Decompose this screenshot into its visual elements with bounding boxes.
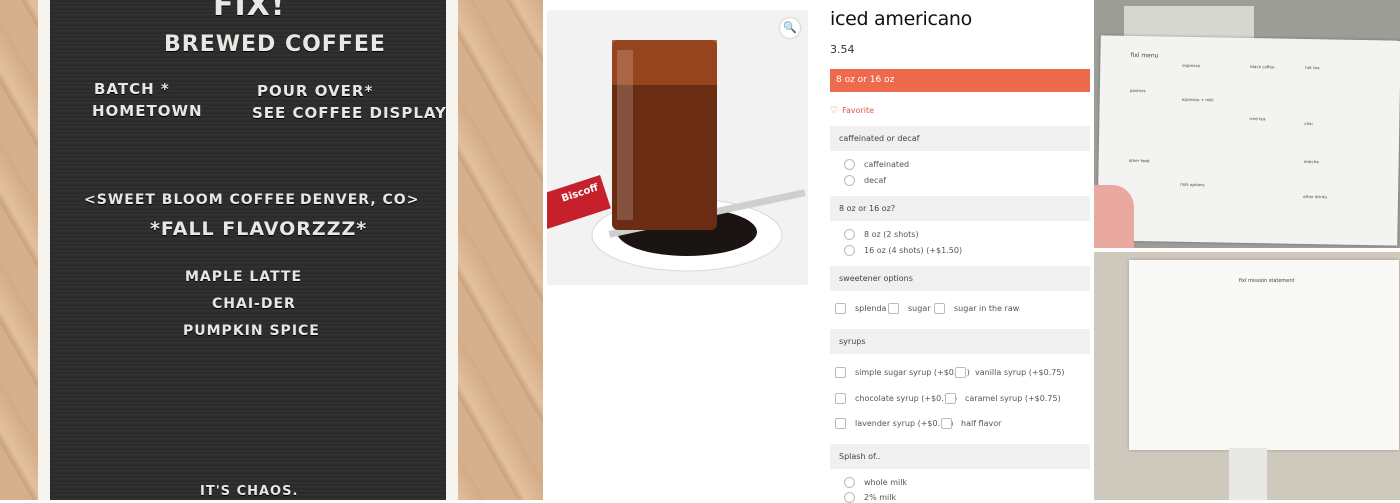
option-label: half flavor — [961, 419, 1002, 428]
radio-2-percent-milk[interactable]: 2% milk — [844, 492, 896, 503]
checkbox-sugar[interactable]: sugar — [888, 303, 931, 314]
letterboard-line: IT'S CHAOS. — [200, 484, 299, 499]
letterboard-line: *FALL FLAVORZZZ* — [150, 218, 368, 240]
radio-decaf[interactable]: decaf — [844, 175, 886, 186]
section-splash: Splash of.. — [830, 444, 1090, 469]
menu-heading: other drinks — [1302, 193, 1328, 200]
letterboard-line: HOMETOWN — [92, 102, 203, 120]
menu-heading: milk options — [1180, 181, 1205, 188]
radio-16oz[interactable]: 16 oz (4 shots) (+$1.50) — [844, 245, 962, 256]
checkbox-icon[interactable] — [955, 367, 966, 378]
checkbox-vanilla-syrup[interactable]: vanilla syrup (+$0.75) — [955, 367, 1065, 378]
menu-title: fixl menu — [1130, 51, 1159, 60]
checkbox-icon[interactable] — [941, 418, 952, 429]
letterboard-line: DENVER, CO> — [300, 192, 420, 208]
option-label: simple sugar syrup (+$0.75) — [855, 368, 970, 377]
option-label: caffeinated — [864, 160, 910, 169]
hand — [1094, 185, 1134, 248]
mission-photo: fixl mission statement — [1094, 252, 1400, 500]
menu-photo: fixl menu espresso black coffee hot tea … — [1094, 0, 1400, 248]
checkbox-icon[interactable] — [835, 393, 846, 404]
product-panel: Biscoff 🔍 iced americano 3.54 8 oz or 16… — [543, 0, 1094, 503]
product-image[interactable]: Biscoff 🔍 — [547, 10, 808, 285]
option-label: 8 oz (2 shots) — [864, 230, 919, 239]
letterboard-line: PUMPKIN SPICE — [183, 323, 320, 339]
letterboard-line: CHAI-DER — [212, 296, 296, 312]
option-label: 16 oz (4 shots) (+$1.50) — [864, 246, 963, 255]
option-label: vanilla syrup (+$0.75) — [975, 368, 1065, 377]
checkbox-icon[interactable] — [835, 303, 846, 314]
radio-icon[interactable] — [844, 175, 855, 186]
stand — [1229, 448, 1267, 500]
checkbox-chocolate-syrup[interactable]: chocolate syrup (+$0.75) — [835, 393, 957, 404]
heart-icon: ♡ — [830, 106, 839, 116]
product-price: 3.54 — [830, 43, 855, 56]
option-label: 2% milk — [864, 493, 897, 502]
letterboard-line: FIX! — [213, 0, 286, 23]
menu-heading: other food — [1128, 157, 1150, 164]
option-label: whole milk — [864, 478, 908, 487]
option-label: sugar in the raw — [954, 304, 1020, 313]
iced-americano-photo — [547, 40, 806, 272]
radio-8oz[interactable]: 8 oz (2 shots) — [844, 229, 919, 240]
radio-icon[interactable] — [844, 245, 855, 256]
menu-heading: pastries — [1129, 87, 1146, 94]
zoom-icon[interactable]: 🔍 — [780, 18, 800, 38]
menu-heading: black coffee — [1250, 64, 1275, 70]
mission-title: fixl mission statement — [1239, 278, 1295, 284]
mission-sheet: fixl mission statement — [1129, 260, 1399, 450]
checkbox-half-flavor[interactable]: half flavor — [941, 418, 1001, 429]
menu-heading: chai — [1304, 120, 1313, 127]
menu-heading: espresso + milk — [1181, 96, 1214, 103]
menu-heading: matcha — [1303, 158, 1319, 165]
letterboard-line: BATCH * — [94, 80, 170, 98]
menu-heading: iced tea — [1249, 116, 1266, 122]
letterboard-line: POUR OVER* — [257, 82, 374, 100]
letterboard-surface: FIX! BREWED COFFEE BATCH * POUR OVER* HO… — [50, 0, 446, 500]
menu-heading: espresso — [1182, 62, 1201, 69]
letterboard-line: MAPLE LATTE — [185, 269, 303, 285]
section-sweetener: sweetener options — [830, 266, 1090, 291]
letterboard: FIX! BREWED COFFEE BATCH * POUR OVER* HO… — [38, 0, 458, 500]
checkbox-icon[interactable] — [888, 303, 899, 314]
size-banner[interactable]: 8 oz or 16 oz — [830, 69, 1090, 92]
section-syrups: syrups — [830, 329, 1090, 354]
option-label: decaf — [864, 176, 887, 185]
favorite-label: Favorite — [842, 106, 875, 115]
checkbox-caramel-syrup[interactable]: caramel syrup (+$0.75) — [945, 393, 1061, 404]
section-size: 8 oz or 16 oz? — [830, 196, 1090, 221]
checkbox-sugar-in-the-raw[interactable]: sugar in the raw — [934, 303, 1019, 314]
checkbox-icon[interactable] — [945, 393, 956, 404]
product-title: iced americano — [830, 8, 973, 30]
radio-icon[interactable] — [844, 477, 855, 488]
option-label: lavender syrup (+$0.75) — [855, 419, 954, 428]
radio-icon[interactable] — [844, 159, 855, 170]
menu-heading: hot tea — [1305, 64, 1320, 71]
checkbox-lavender-syrup[interactable]: lavender syrup (+$0.75) — [835, 418, 953, 429]
option-label: splenda — [855, 304, 887, 313]
favorite-button[interactable]: ♡ Favorite — [830, 106, 874, 116]
checkbox-icon[interactable] — [835, 418, 846, 429]
radio-caffeinated[interactable]: caffeinated — [844, 159, 909, 170]
menu-sheet: fixl menu espresso black coffee hot tea … — [1097, 35, 1400, 246]
radio-icon[interactable] — [844, 492, 855, 503]
option-label: sugar — [908, 304, 931, 313]
option-label: caramel syrup (+$0.75) — [965, 394, 1061, 403]
section-caffeine: caffeinated or decaf — [830, 126, 1090, 151]
radio-whole-milk[interactable]: whole milk — [844, 477, 907, 488]
checkbox-simple-syrup[interactable]: simple sugar syrup (+$0.75) — [835, 367, 970, 378]
checkbox-splenda[interactable]: splenda — [835, 303, 886, 314]
checkbox-icon[interactable] — [835, 367, 846, 378]
option-label: chocolate syrup (+$0.75) — [855, 394, 958, 403]
letterboard-photo: FIX! BREWED COFFEE BATCH * POUR OVER* HO… — [0, 0, 543, 500]
letterboard-line: BREWED COFFEE — [164, 32, 386, 57]
letterboard-line: <SWEET BLOOM COFFEE — [84, 192, 296, 208]
checkbox-icon[interactable] — [934, 303, 945, 314]
radio-icon[interactable] — [844, 229, 855, 240]
letterboard-line: SEE COFFEE DISPLAY — [252, 104, 447, 122]
